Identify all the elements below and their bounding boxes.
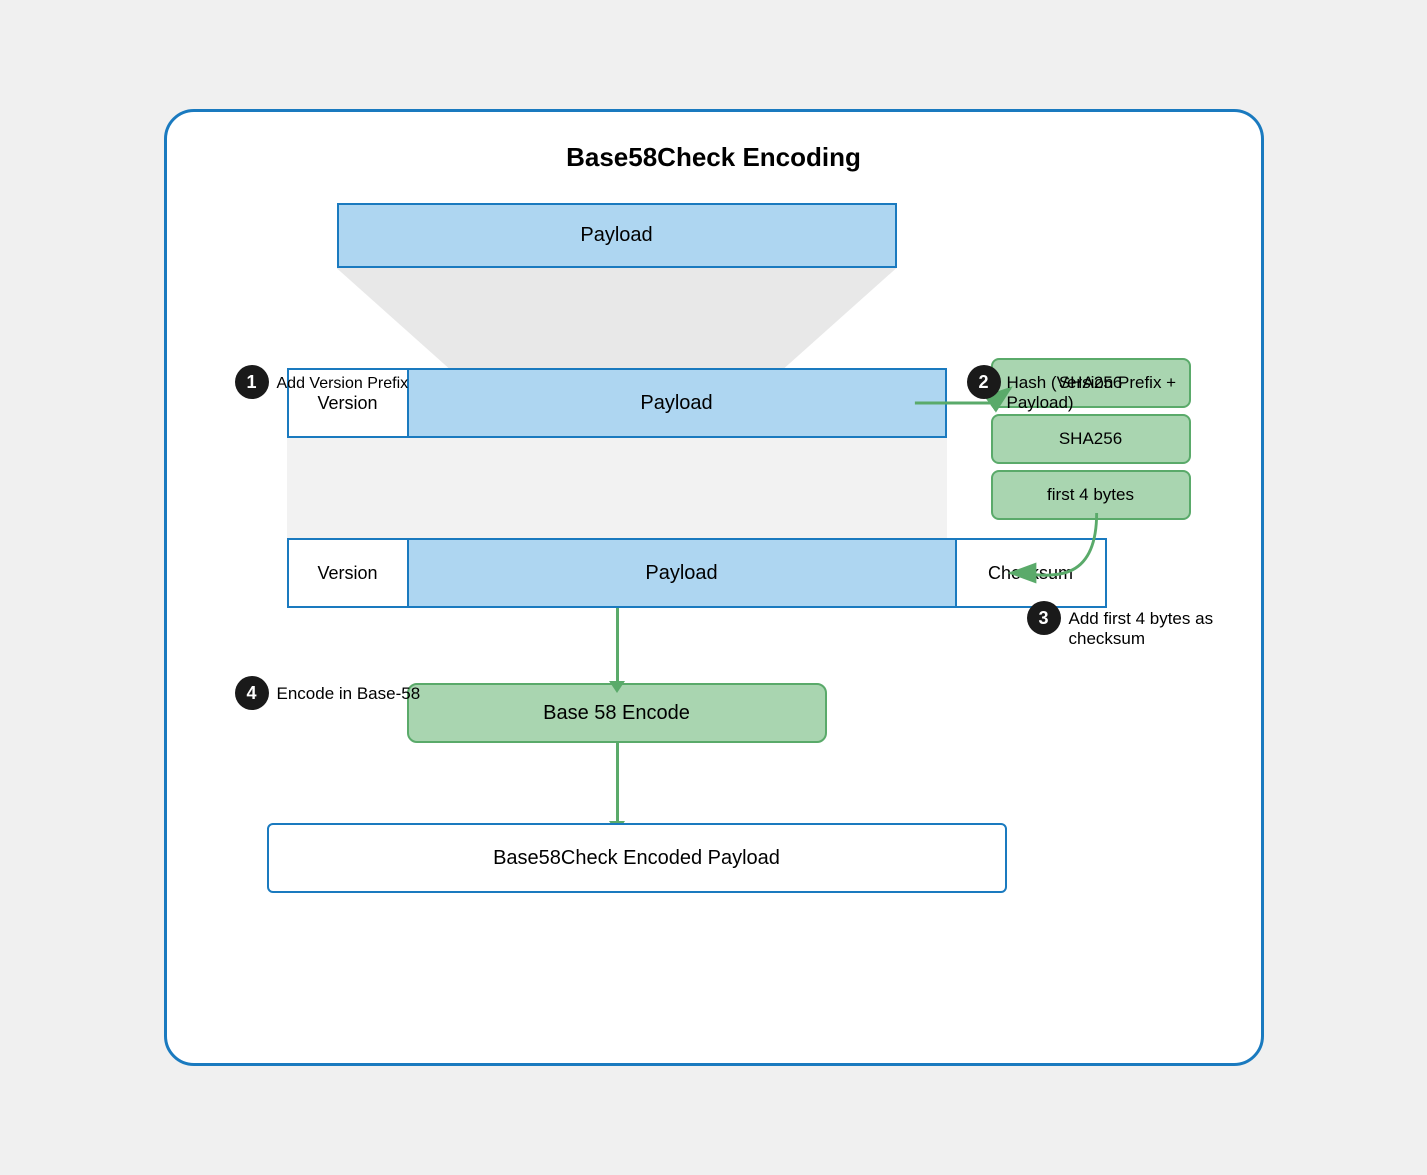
- arrow-down-2: [616, 743, 619, 823]
- arrow-down-1: [616, 608, 619, 683]
- payload-box-mid: Payload: [409, 370, 945, 436]
- first4bytes-box: first 4 bytes: [991, 470, 1191, 520]
- payload-top-box: Payload: [337, 203, 897, 268]
- diagram-container: Base58Check Encoding Payload 1 Add Versi…: [164, 109, 1264, 1066]
- step-4-label: Encode in Base-58: [277, 684, 421, 704]
- step-3-label: Add first 4 bytes as checksum: [1069, 609, 1221, 649]
- step-3-badge: 3: [1027, 601, 1061, 635]
- funnel-area-1: [337, 268, 897, 368]
- funnel-area-2: [287, 438, 947, 538]
- step-1-badge: 1: [235, 365, 269, 399]
- version-box-2: Version: [289, 540, 409, 606]
- diagram-title: Base58Check Encoding: [207, 142, 1221, 173]
- final-output-box: Base58Check Encoded Payload: [267, 823, 1007, 893]
- main-area: Payload 1 Add Version Prefix Version Pay…: [207, 203, 1221, 1023]
- step-2-label: Hash (Version Prefix + Payload): [1007, 373, 1221, 413]
- arrow-head-1: [609, 681, 625, 693]
- step-4-badge: 4: [235, 676, 269, 710]
- step-2-badge: 2: [967, 365, 1001, 399]
- sha256-box-2: SHA256: [991, 414, 1191, 464]
- checksum-box: Checksum: [955, 540, 1105, 606]
- step-1-label: Add Version Prefix: [277, 375, 409, 393]
- row3-container: Version Payload Checksum: [287, 538, 1107, 608]
- payload-box-bot: Payload: [409, 540, 955, 606]
